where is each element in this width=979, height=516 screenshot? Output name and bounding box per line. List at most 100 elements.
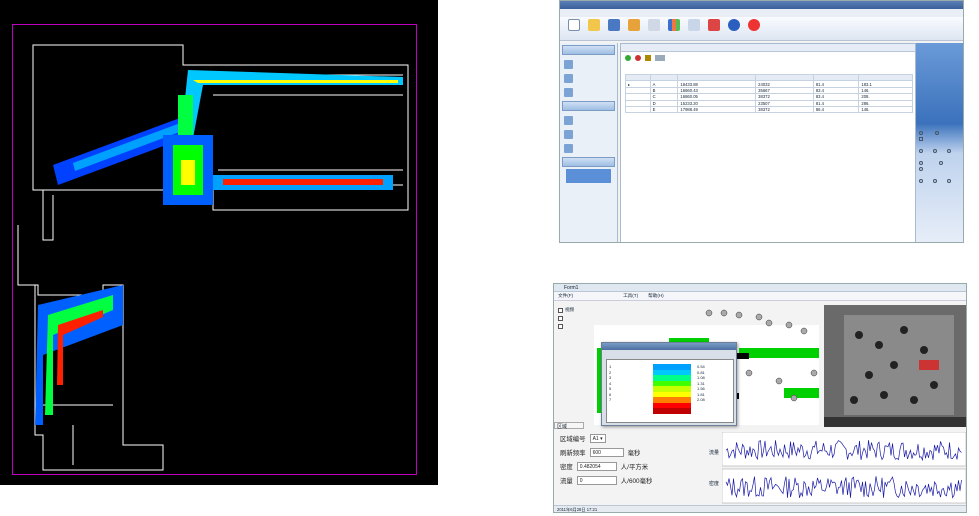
area-select[interactable]: A1 ▾ [589,434,606,443]
crowd-video-frame [824,305,966,427]
file-icon [648,19,660,31]
chart-button[interactable] [666,19,682,32]
person-icon [564,115,573,125]
power-icon [748,19,760,31]
nav-item[interactable] [560,57,617,71]
save-icon [608,19,620,31]
nav-item[interactable] [560,141,617,155]
help-icon [728,19,740,31]
save-button[interactable] [606,19,622,32]
flow-label: 流量 [560,478,573,485]
search-icon [564,87,573,97]
nav-group[interactable] [562,45,615,55]
level-column: 1234567 [609,364,612,402]
density-label: 密度 [560,464,573,471]
nav-item[interactable] [560,85,617,99]
density-unit: 人/平方米 [620,464,649,471]
pen-icon [564,143,573,153]
folder-icon [588,19,600,31]
cctv-video-view [824,305,966,427]
export-button[interactable] [646,19,662,32]
option-radio[interactable] [919,167,962,171]
edit-icon[interactable] [645,55,651,61]
option-radio[interactable] [919,149,962,153]
data-grid-panel: ▸ A 18433.88 24032 81.4 183.1 B 16660.43 35667 8… [620,43,916,242]
option-checkbox[interactable] [919,137,962,141]
results-table: ▸ A 18433.88 24032 81.4 183.1 B 16660.43 35667 8… [625,73,913,114]
menu-bar: 文件(F) 工具(T) 帮助(H) [554,292,966,301]
chart-icon [564,73,573,83]
refresh-unit: 毫秒 [627,450,641,457]
delete-icon[interactable] [635,55,641,61]
area-stats-form: 区域编号 A1 ▾ 刷新频率 600 毫秒 密度 0.482054 人/平方米 流量 0 人/… [554,429,732,506]
exit-button[interactable] [746,19,762,32]
flow-chart-label: 流量 [709,450,720,456]
video-checkbox[interactable]: 视频 [558,307,574,313]
toolbar [560,17,963,41]
panel-tab[interactable] [621,44,915,52]
density-value: 0.482054 [576,462,617,471]
menu-item-help[interactable]: 帮助(H) [648,293,664,299]
layout-icon [564,59,573,69]
evaluate-button[interactable] [626,19,642,32]
nav-item[interactable] [560,127,617,141]
analysis-app-window: ▸ A 18433.88 24032 81.4 183.1 B 16660.43 35667 8… [559,0,964,243]
navigation-pane [560,43,618,242]
flow-unit: 人/600毫秒 [620,478,653,485]
menu-item-file[interactable]: 文件(F) [558,293,573,299]
nav-item[interactable] [560,71,617,85]
refresh-input[interactable]: 600 [589,448,624,457]
option-radio[interactable] [919,179,962,183]
table-row[interactable]: E 17988.49 38372 86.4 146. [625,105,913,114]
level-table: 1234567 0.54 0.81 1.08 1.31 1.56 1.81 2.08 [606,359,734,423]
option-radio[interactable] [919,161,962,165]
option-radio[interactable] [919,131,962,135]
open-button[interactable] [586,19,602,32]
menu-item-tools[interactable]: 工具(T) [623,293,638,299]
nav-group[interactable] [562,157,615,167]
timeseries-charts [722,432,966,504]
floorplan-walls [17,44,409,471]
window-title: Form1 [554,284,966,292]
floorplan-heatmap-svg [17,44,409,471]
color-level-dialog: 1234567 0.54 0.81 1.08 1.31 1.56 1.81 2.08 [601,342,737,426]
flow-value: 0 [576,476,617,485]
refresh-label: 刷新频率 [560,450,586,457]
status-bar: 2011年6月28日 17:21 [554,505,966,512]
tab-area[interactable]: 区域 [554,422,584,430]
dialog-tabs [602,350,736,354]
threshold-column: 0.54 0.81 1.08 1.31 1.56 1.81 2.08 [697,364,705,402]
layer-checkbox[interactable] [558,324,574,329]
dialog-title [602,343,736,350]
nav-group[interactable] [562,101,615,111]
side-header [916,43,963,79]
side-decoration [916,79,963,129]
options-icon[interactable] [655,55,665,61]
heatmap-floorplan-panel [0,0,438,485]
help-button[interactable] [726,19,742,32]
xy-chart-icon [688,19,700,31]
bar-chart-icon [668,19,680,31]
add-icon[interactable] [625,55,631,61]
layer-checkbox[interactable] [558,316,574,321]
grid-toolbar [621,52,915,64]
area-label: 区域编号 [560,436,586,443]
thermometer-icon [708,19,720,31]
settings-side-panel [916,43,963,242]
monitor-app-window: Form1 文件(F) 工具(T) 帮助(H) 视频 1 2 3 4 5 6 7… [553,283,967,513]
xy-chart-icon [564,129,573,139]
thermo-button[interactable] [706,19,722,32]
window-title [560,1,963,9]
person-icon [628,19,640,31]
document-icon [568,19,580,31]
color-swatch-column [653,364,691,414]
menu-bar [560,9,963,17]
density-chart-label: 密度 [709,481,720,487]
xy-button[interactable] [686,19,702,32]
layer-checklist: 视频 [556,304,576,332]
heatmap-overlay [35,70,403,425]
new-button[interactable] [566,19,582,32]
nav-item-selected[interactable] [566,169,611,183]
nav-item[interactable] [560,113,617,127]
map-frame [12,24,417,475]
